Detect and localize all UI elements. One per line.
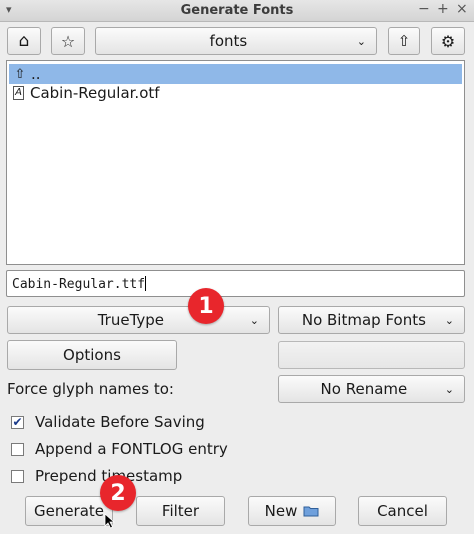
fontlog-label: Append a FONTLOG entry xyxy=(35,440,228,458)
generate-button-label: Generate xyxy=(33,502,105,520)
annotation-badge-2: 2 xyxy=(100,475,136,511)
force-glyph-names-label: Force glyph names to: xyxy=(7,380,174,398)
bitmap-fonts-value: No Bitmap Fonts xyxy=(301,311,426,329)
list-item-label: .. xyxy=(31,65,41,83)
folder-combo[interactable]: fonts ⌄ xyxy=(95,27,377,55)
bitmap-resolution-combo xyxy=(278,341,465,369)
mouse-pointer-icon xyxy=(104,513,116,529)
rename-combo[interactable]: No Rename ⌄ xyxy=(278,375,465,403)
validate-checkbox[interactable]: ✔ xyxy=(11,415,24,429)
home-icon: ⌂ xyxy=(18,31,30,51)
settings-button[interactable]: ⚙ xyxy=(431,27,465,55)
gear-icon: ⚙ xyxy=(440,31,456,51)
validate-checkbox-row[interactable]: ✔ Validate Before Saving xyxy=(11,413,205,431)
cancel-button-label: Cancel xyxy=(377,502,428,520)
new-button-label: New xyxy=(264,502,298,520)
options-button-label: Options xyxy=(63,346,121,364)
new-folder-button[interactable]: New xyxy=(248,496,336,526)
up-folder-icon: ⇧ xyxy=(14,66,26,82)
cancel-button[interactable]: Cancel xyxy=(358,496,447,526)
maximize-icon[interactable]: + xyxy=(437,1,449,17)
fontlog-checkbox[interactable] xyxy=(11,442,24,456)
filter-button-label: Filter xyxy=(161,502,200,520)
folder-combo-value: fonts xyxy=(209,32,248,50)
filename-input[interactable]: Cabin-Regular.ttf xyxy=(6,270,465,297)
close-icon[interactable]: × xyxy=(456,1,468,17)
list-item[interactable]: A Cabin-Regular.otf xyxy=(9,83,462,103)
title-bar: ▾ Generate Fonts − + × xyxy=(0,0,474,22)
parent-folder-button[interactable]: ⇧ xyxy=(388,27,420,55)
timestamp-checkbox[interactable] xyxy=(11,469,24,483)
chevron-down-icon: ⌄ xyxy=(249,313,259,327)
file-list[interactable]: ⇧ .. A Cabin-Regular.otf xyxy=(6,60,465,265)
font-file-icon: A xyxy=(13,86,24,100)
bookmark-button[interactable]: ☆ xyxy=(51,27,85,55)
font-format-combo[interactable]: TrueType ⌄ xyxy=(7,306,270,334)
chevron-down-icon: ⌄ xyxy=(356,34,366,48)
annotation-badge-1: 1 xyxy=(188,288,224,324)
folder-icon xyxy=(303,506,319,517)
timestamp-checkbox-row[interactable]: Prepend timestamp xyxy=(11,467,182,485)
star-icon: ☆ xyxy=(60,31,76,51)
chevron-down-icon: ⌄ xyxy=(444,382,454,396)
options-button[interactable]: Options xyxy=(7,340,177,370)
window-title: Generate Fonts xyxy=(180,3,294,18)
filter-button[interactable]: Filter xyxy=(136,496,225,526)
up-arrow-icon: ⇧ xyxy=(397,32,411,50)
rename-value: No Rename xyxy=(320,380,408,398)
generate-button[interactable]: Generate xyxy=(25,496,113,526)
fontlog-checkbox-row[interactable]: Append a FONTLOG entry xyxy=(11,440,228,458)
list-item[interactable]: ⇧ .. xyxy=(9,64,462,84)
home-button[interactable]: ⌂ xyxy=(7,27,41,55)
list-item-label: Cabin-Regular.otf xyxy=(30,84,160,102)
text-caret xyxy=(145,276,147,291)
bitmap-fonts-combo[interactable]: No Bitmap Fonts ⌄ xyxy=(278,306,465,334)
validate-label: Validate Before Saving xyxy=(35,413,205,431)
chevron-down-icon: ⌄ xyxy=(444,313,454,327)
filename-value: Cabin-Regular.ttf xyxy=(12,277,146,292)
minimize-icon[interactable]: − xyxy=(418,1,430,17)
